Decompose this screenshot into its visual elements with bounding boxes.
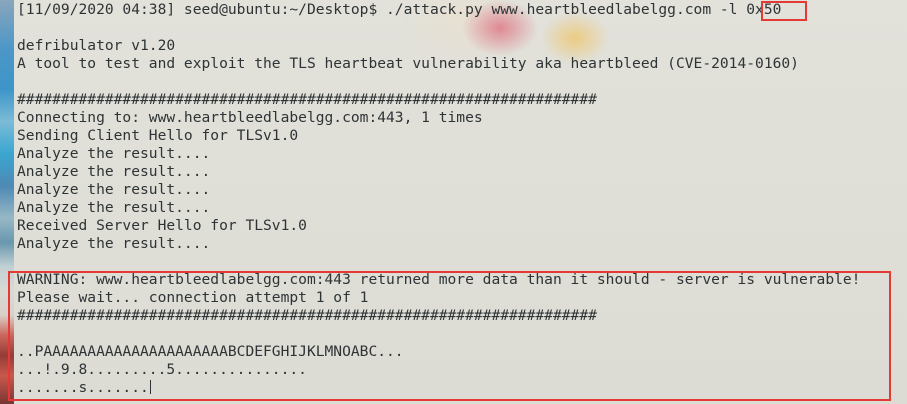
- length-arg-highlight-box: [761, 1, 807, 21]
- output-line: Analyze the result....: [17, 145, 211, 162]
- output-line: Sending Client Hello for TLSv1.0: [17, 127, 299, 144]
- command-line: [11/09/2020 04:38] seed@ubuntu:~/Desktop…: [17, 1, 781, 19]
- output-line: Analyze the result....: [17, 235, 211, 252]
- output-line: defribulator v1.20: [17, 37, 176, 54]
- output-line: Received Server Hello for TLSv1.0: [17, 217, 307, 234]
- output-line: A tool to test and exploit the TLS heart…: [17, 55, 799, 72]
- output-line: Analyze the result....: [17, 199, 211, 216]
- command-prefix: [11/09/2020 04:38] seed@ubuntu:~/Desktop…: [17, 1, 747, 18]
- output-line: Analyze the result....: [17, 163, 211, 180]
- output-line: ########################################…: [17, 91, 597, 108]
- output-line: Connecting to: www.heartbleedlabelgg.com…: [17, 109, 483, 126]
- output-line: Analyze the result....: [17, 181, 211, 198]
- leak-output-highlight-box: [8, 271, 891, 401]
